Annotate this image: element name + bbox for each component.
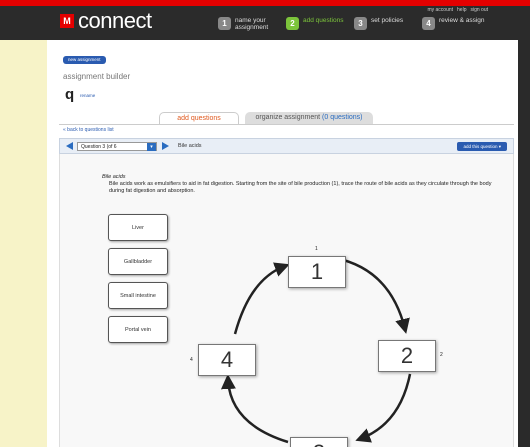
tab-add-questions[interactable]: add questions bbox=[159, 112, 239, 124]
question-count: (0 questions) bbox=[322, 114, 363, 121]
step-name-assignment[interactable]: 1 name your assignment bbox=[218, 17, 286, 31]
arrow-4-to-1 bbox=[233, 262, 290, 335]
previous-question-icon[interactable] bbox=[66, 142, 73, 150]
step-label: review & assign bbox=[439, 17, 485, 24]
choice-liver[interactable]: Liver bbox=[108, 214, 168, 241]
back-to-questions-link[interactable]: « back to questions list bbox=[63, 127, 114, 133]
step-review-assign[interactable]: 4 review & assign bbox=[422, 17, 490, 31]
top-header: my account help sign out M connect 1 nam… bbox=[0, 0, 530, 40]
step-number: 3 bbox=[354, 17, 367, 30]
right-border bbox=[518, 0, 530, 447]
step-label: set policies bbox=[371, 17, 404, 24]
choice-gallbladder[interactable]: Gallbladder bbox=[108, 248, 168, 275]
top-links: my account help sign out bbox=[423, 7, 488, 13]
drop-slot-3[interactable]: 3 bbox=[290, 437, 348, 447]
my-account-link[interactable]: my account bbox=[427, 7, 453, 13]
connect-logo[interactable]: M connect bbox=[60, 8, 152, 33]
add-this-question-button[interactable]: add this question ▾ bbox=[457, 142, 507, 151]
tab-organize-assignment[interactable]: organize assignment (0 questions) bbox=[245, 112, 373, 124]
tab-organize-label: organize assignment bbox=[255, 114, 321, 121]
arrow-2-to-3 bbox=[355, 373, 412, 443]
left-gutter bbox=[0, 0, 47, 447]
arrow-3-to-4 bbox=[220, 374, 289, 444]
step-add-questions[interactable]: 2 add questions bbox=[286, 17, 354, 31]
drop-slot-2[interactable]: 2 bbox=[378, 340, 436, 372]
new-assignment-button[interactable]: new assignment bbox=[63, 56, 106, 64]
wizard-steps: 1 name your assignment 2 add questions 3… bbox=[218, 17, 490, 31]
slot-1-label: 1 bbox=[315, 246, 318, 252]
question-select[interactable]: Question 3 (of 6 ▾ bbox=[77, 142, 157, 151]
step-number: 4 bbox=[422, 17, 435, 30]
drop-slot-1[interactable]: 1 bbox=[288, 256, 346, 288]
rename-link[interactable]: rename bbox=[80, 93, 95, 98]
brand-stripe bbox=[0, 0, 530, 6]
assignment-name: q bbox=[65, 86, 75, 103]
tab-divider bbox=[59, 124, 514, 125]
chevron-down-icon[interactable]: ▾ bbox=[147, 143, 156, 151]
page-title: assignment builder bbox=[63, 72, 131, 81]
help-link[interactable]: help bbox=[457, 7, 466, 13]
question-nav-bar: Question 3 (of 6 ▾ Bile acids add this q… bbox=[59, 138, 514, 154]
logo-text: connect bbox=[78, 8, 152, 33]
mcgraw-hill-icon: M bbox=[60, 14, 74, 28]
question-select-value: Question 3 (of 6 bbox=[81, 144, 117, 150]
next-question-icon[interactable] bbox=[162, 142, 169, 150]
step-number: 1 bbox=[218, 17, 231, 30]
choice-small-intestine[interactable]: Small intestine bbox=[108, 282, 168, 309]
step-label: add questions bbox=[303, 17, 344, 24]
choice-portal-vein[interactable]: Portal vein bbox=[108, 316, 168, 343]
step-set-policies[interactable]: 3 set policies bbox=[354, 17, 422, 31]
sign-out-link[interactable]: sign out bbox=[470, 7, 488, 13]
page-content: new assignment assignment builder q rena… bbox=[47, 40, 518, 447]
step-label: name your assignment bbox=[235, 17, 269, 31]
slot-2-label: 2 bbox=[440, 352, 443, 358]
question-title: Bile acids bbox=[178, 143, 202, 149]
step-number: 2 bbox=[286, 17, 299, 30]
builder-tabs: add questions organize assignment (0 que… bbox=[159, 112, 373, 124]
slot-4-label: 4 bbox=[190, 357, 193, 363]
question-body: Bile acids Bile acids work as emulsifier… bbox=[59, 154, 514, 447]
drop-slot-4[interactable]: 4 bbox=[198, 344, 256, 376]
